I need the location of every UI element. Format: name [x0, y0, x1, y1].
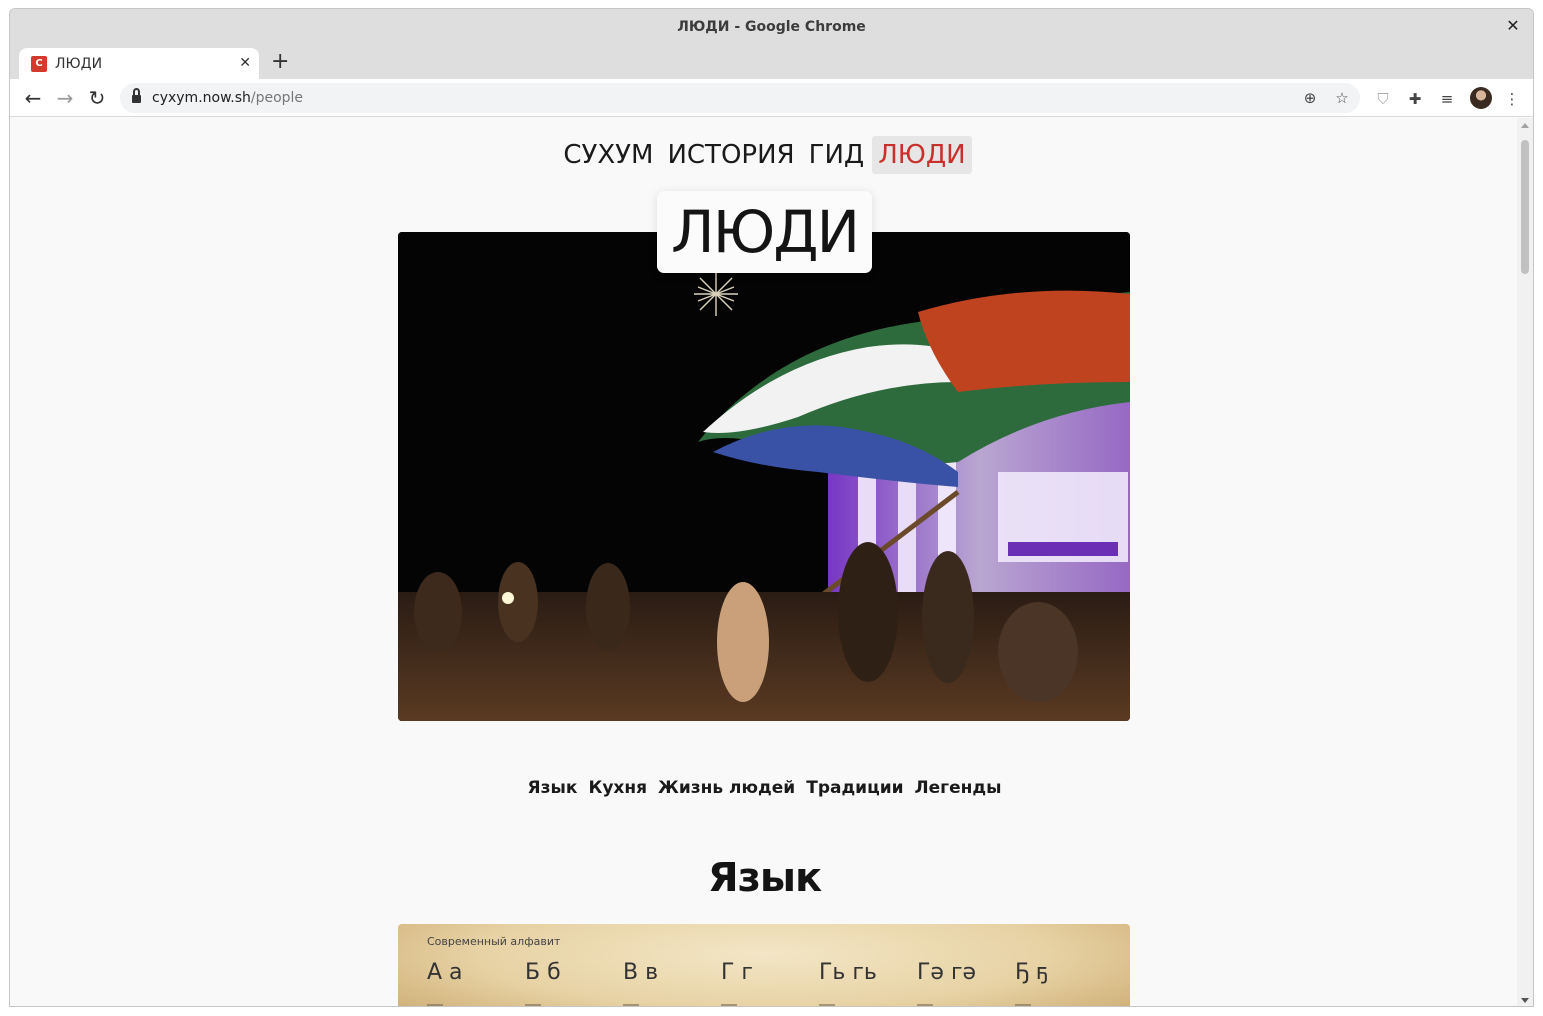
subnav-link-language[interactable]: Язык: [528, 778, 578, 798]
scroll-down-arrow-icon[interactable]: [1521, 998, 1529, 1003]
window-close-icon[interactable]: ✕: [1504, 17, 1522, 35]
browser-toolbar: ← → ↻ cyxym.now.sh/people ⊕ ☆ ⛉ ✚ ≡ ⋮: [10, 79, 1533, 117]
reload-icon[interactable]: ↻: [86, 87, 108, 109]
nav-link-history[interactable]: ИСТОРИЯ: [661, 136, 800, 174]
alphabet-letter: В в: [623, 960, 659, 985]
title-bar: ЛЮДИ - Google Chrome ✕: [10, 9, 1533, 45]
firework-burst: [694, 272, 738, 316]
alphabet-letter: Гь гь: [819, 960, 877, 985]
hero-title-card: ЛЮДИ: [657, 191, 872, 273]
alphabet-image: Современный алфавит А а Б б В в Г г Гь г…: [398, 924, 1130, 1006]
back-arrow-icon[interactable]: ←: [22, 87, 44, 109]
alphabet-letter: Г г: [721, 960, 753, 985]
alphabet-letter: Гә гә: [917, 960, 977, 985]
menu-kebab-icon[interactable]: ⋮: [1501, 88, 1523, 110]
browser-window: ЛЮДИ - Google Chrome ✕ С ЛЮДИ ✕ + ← → ↻ …: [9, 8, 1534, 1007]
forward-arrow-icon[interactable]: →: [54, 87, 76, 109]
subnav-link-life[interactable]: Жизнь людей: [658, 778, 795, 798]
nav-link-sukhum[interactable]: СУХУМ: [557, 136, 659, 174]
subnav-link-cuisine[interactable]: Кухня: [588, 778, 647, 798]
install-app-icon[interactable]: ⊕: [1300, 88, 1320, 108]
alphabet-next-row: [427, 1004, 1127, 1006]
url-text[interactable]: cyxym.now.sh/people: [152, 90, 303, 106]
scrollbar-thumb[interactable]: [1521, 140, 1529, 274]
alphabet-caption: Современный алфавит: [427, 935, 561, 948]
extensions-puzzle-icon[interactable]: ✚: [1404, 88, 1426, 110]
window-title: ЛЮДИ - Google Chrome: [677, 19, 866, 35]
site-top-nav: СУХУМ ИСТОРИЯ ГИД ЛЮДИ: [10, 136, 1519, 174]
media-control-icon[interactable]: ≡: [1436, 88, 1458, 110]
page-scrollbar[interactable]: [1517, 118, 1533, 1006]
bookmark-star-icon[interactable]: ☆: [1332, 88, 1352, 108]
profile-avatar[interactable]: [1470, 87, 1492, 109]
tab-strip: С ЛЮДИ ✕ +: [10, 45, 1533, 79]
alphabet-letter: А а: [427, 960, 463, 985]
site-favicon-icon: С: [31, 55, 47, 72]
new-tab-icon[interactable]: +: [271, 51, 289, 73]
url-path: /people: [250, 90, 304, 106]
section-title-language: Язык: [707, 855, 822, 901]
page-viewport: СУХУМ ИСТОРИЯ ГИД ЛЮДИ ЛЮДИ Язык Кухня Ж…: [10, 118, 1519, 1006]
subnav-link-legends[interactable]: Легенды: [915, 778, 1002, 798]
shield-extension-icon[interactable]: ⛉: [1372, 88, 1394, 110]
lock-icon[interactable]: [132, 88, 141, 103]
alphabet-letter: Ҕ ҕ: [1015, 960, 1048, 985]
hero-photo-illustration: [398, 232, 1130, 721]
tab-close-icon[interactable]: ✕: [239, 55, 251, 71]
nav-link-guide[interactable]: ГИД: [803, 136, 871, 174]
address-bar[interactable]: cyxym.now.sh/people ⊕ ☆: [120, 83, 1360, 113]
hero-photo: [398, 232, 1130, 721]
url-host: cyxym.now.sh: [152, 90, 251, 106]
nav-link-people[interactable]: ЛЮДИ: [872, 136, 972, 174]
subnav-link-traditions[interactable]: Традиции: [806, 778, 903, 798]
people-sub-nav: Язык Кухня Жизнь людей Традиции Легенды: [10, 778, 1519, 798]
browser-tab[interactable]: С ЛЮДИ ✕: [19, 48, 259, 79]
scroll-up-arrow-icon[interactable]: [1521, 123, 1529, 128]
alphabet-letter: Б б: [525, 960, 561, 985]
tab-title: ЛЮДИ: [55, 55, 103, 72]
